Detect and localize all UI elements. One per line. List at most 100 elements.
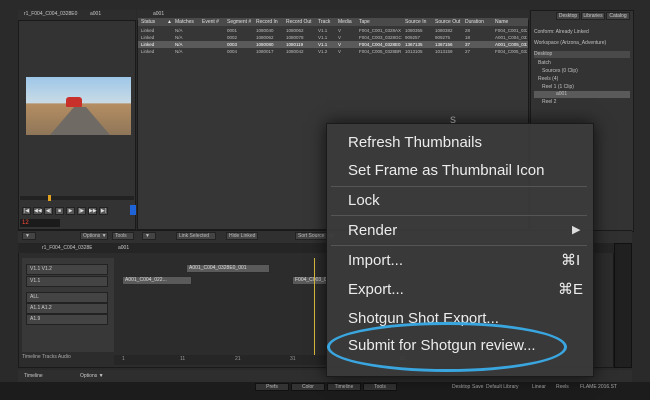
stop-button[interactable]: ■	[55, 207, 64, 215]
timeline-clip[interactable]: A001_C004_0328E0_001	[186, 264, 270, 273]
toolbar-tools[interactable]: Tools	[112, 232, 134, 240]
table-cell: V1.2	[318, 49, 328, 54]
tab-prefs[interactable]: Prefs	[255, 383, 289, 391]
col-name[interactable]: Name	[495, 18, 525, 26]
tree-item-sources[interactable]: Sources (0 Clip)	[534, 68, 630, 75]
play-button[interactable]: ▶	[66, 207, 75, 215]
table-cell: 1013159	[435, 49, 453, 54]
viewer-scrub-bar[interactable]	[20, 196, 134, 200]
menu-item-import[interactable]: Import...	[348, 251, 403, 271]
table-row-selected[interactable]: Linked N/A 0003 1080080 1080119 V1.1 V F…	[138, 41, 528, 48]
go-start-button[interactable]: |◀	[22, 207, 31, 215]
rewind-button[interactable]: ◀◀	[33, 207, 42, 215]
tab-catalog[interactable]: Catalog	[606, 12, 630, 20]
step-back-button[interactable]: ◀|	[44, 207, 53, 215]
table-cell: 1080078	[286, 35, 304, 40]
track-head-video-2[interactable]: V1.1	[26, 276, 108, 287]
link-selected-button[interactable]: Link Selected	[176, 232, 216, 240]
timeline-clip[interactable]: F004_C003_0...	[292, 276, 328, 285]
col-tape[interactable]: Tape	[359, 18, 399, 26]
tree-item-conform[interactable]: Conform: Already Linked	[534, 29, 630, 36]
viewer-tab[interactable]: r1_F004_C004_0328E0	[24, 11, 84, 18]
viewer-timecode[interactable]: 12	[20, 219, 60, 227]
tab-tools[interactable]: Tools	[363, 383, 397, 391]
timeline-tab[interactable]: r1_F004_C004_0328E0	[42, 245, 92, 252]
status-desktop[interactable]: Desktop	[452, 384, 470, 390]
status-linear[interactable]: Linear	[532, 384, 546, 390]
col-record-in[interactable]: Record In	[256, 18, 282, 26]
table-row[interactable]: Linked N/A 0004 1080017 1080042 V1.2 V F…	[138, 48, 528, 55]
track-head-audio-all[interactable]: ALL	[26, 292, 108, 303]
options-button[interactable]: Options ▼	[80, 373, 110, 380]
table-cell: 1367135	[405, 42, 423, 47]
hide-linked-button[interactable]: Hide Linked	[226, 232, 258, 240]
tree-item-workspace[interactable]: Workspace (Arizona_Adventure)	[534, 40, 630, 47]
table-cell: 28	[465, 28, 471, 33]
tree-item-reel-1[interactable]: Reel 1 (1 Clip)	[534, 84, 630, 91]
col-status[interactable]: Status	[141, 18, 161, 26]
tab-timeline[interactable]: Timeline	[327, 383, 361, 391]
table-row[interactable]: Linked N/A 0001 1080040 1080062 V1.1 V F…	[138, 27, 528, 34]
menu-separator	[331, 215, 587, 216]
menu-separator	[331, 186, 587, 187]
table-cell: 1080042	[286, 49, 304, 54]
status-save[interactable]: Save	[472, 384, 483, 390]
timeline-playhead[interactable]	[314, 258, 315, 358]
col-source-in[interactable]: Source In	[405, 18, 431, 26]
toolbar-dropdown-2[interactable]: ▼	[142, 232, 156, 240]
track-head-audio-1[interactable]: A1.1 A1.2	[26, 303, 108, 314]
tree-item-a001[interactable]: a001	[534, 91, 630, 98]
tab-color[interactable]: Color	[291, 383, 325, 391]
viewer-scrub-handle[interactable]	[48, 195, 51, 201]
toolbar-dropdown[interactable]: ▼	[22, 232, 36, 240]
table-cell: V	[338, 28, 342, 33]
col-record-out[interactable]: Record Out	[286, 18, 314, 26]
viewer-loop-toggle[interactable]	[130, 205, 136, 215]
toolbar-options[interactable]: Options ▼	[80, 232, 108, 240]
menu-item-lock[interactable]: Lock	[348, 191, 380, 211]
tree-item-reel-2[interactable]: Reel 2	[534, 99, 630, 106]
step-forward-button[interactable]: |▶	[77, 207, 86, 215]
timeline-mode-button[interactable]: Timeline	[24, 373, 54, 380]
col-sort-icon[interactable]: ▲	[167, 18, 173, 26]
menu-item-refresh-thumbnails[interactable]: Refresh Thumbnails	[348, 133, 482, 153]
table-cell: 1367156	[435, 42, 453, 47]
col-event[interactable]: Event #	[202, 18, 226, 26]
track-head-audio-2[interactable]: A1.9	[26, 314, 108, 325]
tree-item-desktop[interactable]: Desktop	[534, 51, 630, 58]
events-tab[interactable]: a001	[153, 11, 193, 18]
col-segment[interactable]: Segment #	[227, 18, 253, 26]
col-source-out[interactable]: Source Out	[435, 18, 463, 26]
menu-item-partial: s	[450, 112, 456, 126]
timeline-clip[interactable]: A001_C004_022...	[122, 276, 192, 285]
sort-source-button[interactable]: Sort Source List	[295, 232, 334, 240]
tree-item-batch[interactable]: Batch	[534, 60, 630, 67]
tab-libraries[interactable]: Libraries	[581, 12, 605, 20]
viewer-tab-2[interactable]: a001	[90, 11, 120, 18]
timeline-tab-2[interactable]: a001	[118, 245, 138, 252]
menu-item-set-thumbnail[interactable]: Set Frame as Thumbnail Icon	[348, 161, 544, 181]
timeline-bottom-tabs[interactable]: Timeline Tracks Audio	[22, 353, 102, 361]
table-cell: 18	[465, 35, 471, 40]
table-cell: 0001	[227, 28, 238, 33]
col-media[interactable]: Media	[338, 18, 356, 26]
table-cell: 1080040	[256, 28, 274, 33]
table-row[interactable]: Linked N/A 0002 1080062 1080078 V1.1 V F…	[138, 34, 528, 41]
status-reels[interactable]: Reels	[556, 384, 569, 390]
col-track[interactable]: Track	[318, 18, 336, 26]
col-matches[interactable]: Matches	[175, 18, 199, 26]
highlight-ellipse-annotation	[327, 322, 567, 372]
table-cell: 1013105	[405, 49, 423, 54]
go-end-button[interactable]: ▶|	[99, 207, 108, 215]
fast-forward-button[interactable]: ▶▶	[88, 207, 97, 215]
tab-desktop[interactable]: Desktop	[556, 12, 580, 20]
track-head-video-1[interactable]: V1.1 V1.2	[26, 264, 108, 275]
menu-item-export[interactable]: Export...	[348, 280, 404, 300]
status-library[interactable]: Default Library	[486, 384, 519, 390]
table-cell: N/A	[175, 35, 183, 40]
tree-item-reels[interactable]: Reels (4)	[534, 76, 630, 83]
menu-item-render[interactable]: Render	[348, 221, 397, 241]
table-cell: 1080119	[286, 42, 304, 47]
table-cell: A001_C005_0328...	[495, 42, 527, 47]
col-duration[interactable]: Duration	[465, 18, 491, 26]
